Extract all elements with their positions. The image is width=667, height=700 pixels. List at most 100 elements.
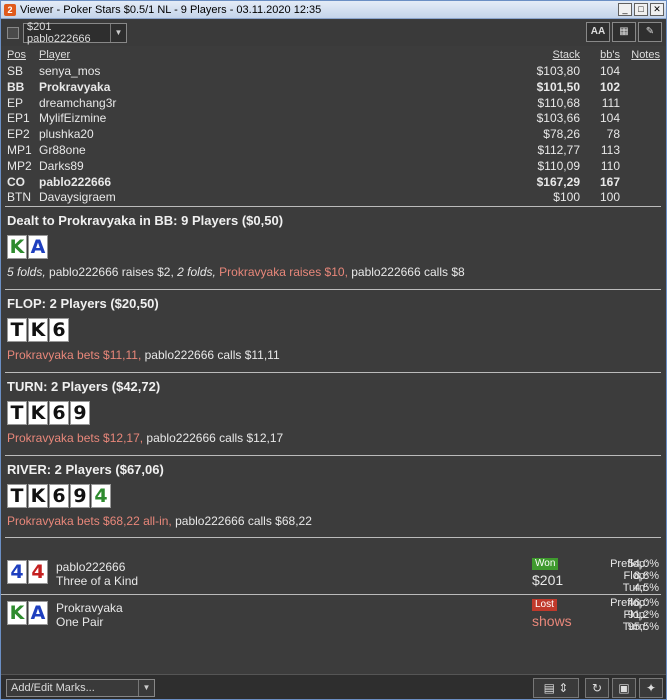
header-pos[interactable]: Pos xyxy=(7,49,26,61)
player-bbs: 78 xyxy=(606,127,620,142)
toolbar: $201 pablo222666 ▼ AA ▦ ✎ xyxy=(1,20,666,46)
playing-card: 6 xyxy=(49,484,69,508)
playing-card: 4 xyxy=(28,560,48,584)
player-name: Darks89 xyxy=(39,158,84,173)
marks-label: Add/Edit Marks... xyxy=(11,682,95,694)
action-call: pablo222666 calls $12,17 xyxy=(143,431,284,445)
calculator-icon[interactable]: ▤ ⇕ xyxy=(533,678,579,698)
player-bbs: 111 xyxy=(601,95,620,110)
player-bbs: 110 xyxy=(600,158,620,173)
player-bbs: 100 xyxy=(599,190,620,205)
player-stack: $101,50 xyxy=(536,79,580,94)
player-position: EP1 xyxy=(7,111,30,126)
header-bbs[interactable]: bb's xyxy=(600,49,620,61)
playing-card: K xyxy=(7,235,27,259)
playing-card: K xyxy=(28,318,48,342)
winner-name[interactable]: pablo222666 xyxy=(56,560,125,574)
player-stack: $78,26 xyxy=(543,127,580,142)
player-name: MylifEizmine xyxy=(39,111,107,126)
turn-actions: Prokravyaka bets $12,17, pablo222666 cal… xyxy=(7,431,283,445)
player-bbs: 167 xyxy=(599,174,620,189)
grid-icon[interactable]: ▦ xyxy=(612,22,636,42)
hand-checkbox[interactable] xyxy=(7,27,19,39)
font-size-button[interactable]: AA xyxy=(586,22,610,42)
loser-hole-cards: KA xyxy=(7,601,49,625)
player-position: EP xyxy=(7,95,24,110)
refresh-icon[interactable]: ↻ xyxy=(585,678,609,698)
player-row[interactable]: SB senya_mos $103,80 104 xyxy=(1,64,666,80)
playing-card: K xyxy=(28,401,48,425)
player-row[interactable]: BB Prokravyaka $101,50 102 xyxy=(1,80,666,96)
action-call: pablo222666 calls $8 xyxy=(347,265,465,279)
player-position: BTN xyxy=(7,190,31,205)
divider xyxy=(5,372,661,373)
turn-board-cards: TK69 xyxy=(7,401,91,425)
save-icon[interactable]: ▣ xyxy=(612,678,636,698)
player-name: dreamchang3r xyxy=(39,95,117,110)
chevron-down-icon[interactable]: ▼ xyxy=(110,24,126,42)
players-table-header: Pos Player Stack bb's Notes xyxy=(1,49,666,63)
loser-name[interactable]: Prokravyaka xyxy=(56,601,123,615)
player-name: senya_mos xyxy=(39,64,101,78)
minimize-button[interactable]: _ xyxy=(618,3,632,16)
close-button[interactable]: ✕ xyxy=(650,3,664,16)
hand-select[interactable]: $201 pablo222666 ▼ xyxy=(23,21,127,45)
equity-value: 91,2% xyxy=(627,609,659,621)
action-call: pablo222666 calls $11,11 xyxy=(141,348,280,362)
winner-hole-cards: 44 xyxy=(7,560,49,584)
status-bar: Add/Edit Marks... ▼ ▤ ⇕ ↻ ▣ ✦ xyxy=(1,674,666,699)
action-hero-bet: Prokravyaka bets $11,11, xyxy=(7,348,142,362)
playing-card: A xyxy=(28,235,48,259)
player-position: MP2 xyxy=(7,158,32,173)
playing-card: 6 xyxy=(49,318,69,342)
header-player[interactable]: Player xyxy=(39,49,70,61)
player-bbs: 104 xyxy=(599,111,620,126)
lost-badge: Lost xyxy=(532,599,557,611)
action-hero-bet: Prokravyaka bets $68,22 all-in, xyxy=(7,514,172,528)
river-actions: Prokravyaka bets $68,22 all-in, pablo222… xyxy=(7,514,312,528)
divider xyxy=(1,594,661,595)
player-row[interactable]: EP dreamchang3r $110,68 111 xyxy=(1,96,666,112)
player-row[interactable]: EP2 plushka20 $78,26 78 xyxy=(1,127,666,143)
player-row[interactable]: MP2 Darks89 $110,09 110 xyxy=(1,159,666,175)
playing-card: 4 xyxy=(91,484,111,508)
player-name: plushka20 xyxy=(39,127,94,142)
playing-card: T xyxy=(7,318,27,342)
playing-card: 9 xyxy=(70,484,90,508)
player-row[interactable]: BTN Davaysigraem $100 100 xyxy=(1,190,666,206)
flop-actions: Prokravyaka bets $11,11, pablo222666 cal… xyxy=(7,348,280,362)
title-bar: 2 Viewer - Poker Stars $0.5/1 NL - 9 Pla… xyxy=(1,1,666,19)
playing-card: T xyxy=(7,401,27,425)
won-amount: $201 xyxy=(532,572,564,588)
result-row-winner: 44 pablo222666 Three of a Kind Won $201 … xyxy=(1,556,666,596)
player-position: SB xyxy=(7,64,24,78)
action-call: pablo222666 calls $68,22 xyxy=(171,514,312,528)
player-bbs: 104 xyxy=(599,64,620,78)
marks-dropdown[interactable]: Add/Edit Marks... ▼ xyxy=(6,679,155,697)
playing-card: 6 xyxy=(49,401,69,425)
turn-header: TURN: 2 Players ($42,72) xyxy=(7,379,161,394)
equity-value: 8,8% xyxy=(633,570,659,582)
edit-icon[interactable]: ✎ xyxy=(638,22,662,42)
divider xyxy=(5,289,661,290)
player-name: Gr88one xyxy=(39,143,86,157)
twitter-icon[interactable]: ✦ xyxy=(639,678,663,698)
equity-value: 95,5% xyxy=(627,621,659,633)
player-stack: $103,80 xyxy=(536,64,580,78)
action-hero-bet: Prokravyaka bets $12,17, xyxy=(7,431,144,445)
flop-header: FLOP: 2 Players ($20,50) xyxy=(7,296,159,311)
maximize-button[interactable]: □ xyxy=(634,3,648,16)
player-stack: $110,68 xyxy=(537,95,581,110)
player-row[interactable]: EP1 MylifEizmine $103,66 104 xyxy=(1,111,666,127)
player-row[interactable]: CO pablo222666 $167,29 167 xyxy=(1,175,666,191)
player-row[interactable]: MP1 Gr88one $112,77 113 xyxy=(1,143,666,159)
action-folds: 2 folds, xyxy=(173,265,216,279)
playing-card: K xyxy=(7,601,27,625)
winner-hand: Three of a Kind xyxy=(56,574,139,588)
chevron-down-icon[interactable]: ▼ xyxy=(138,680,154,696)
river-header: RIVER: 2 Players ($67,06) xyxy=(7,462,164,477)
player-name: Prokravyaka xyxy=(39,79,111,94)
header-stack[interactable]: Stack xyxy=(552,49,580,61)
playing-card: A xyxy=(28,601,48,625)
header-notes[interactable]: Notes xyxy=(631,49,660,61)
